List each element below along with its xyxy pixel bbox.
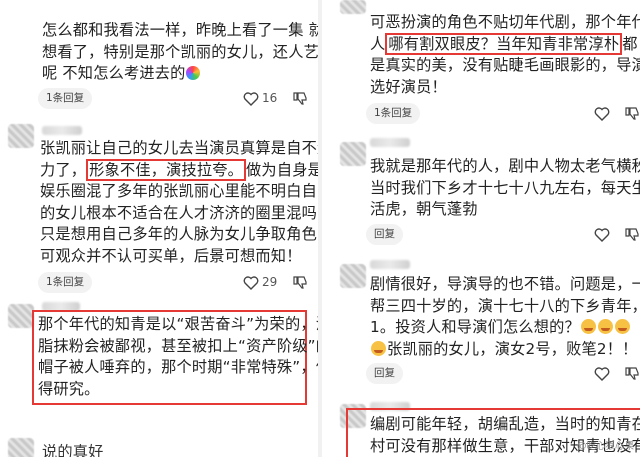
like-count: 16 [262, 91, 278, 105]
comment-line: 是真实的美，没有贴睫毛画眼影的，导演没 [370, 56, 640, 74]
like-heart-icon[interactable] [594, 106, 610, 121]
comment-line: 的女儿根本不适合在人才济济的圈里混吗， [40, 203, 318, 222]
highlighted-phrase: 哪有割双眼皮？当年知青非常淳朴 [385, 32, 623, 55]
comment-line: 呢 不知怎么考进去的 [42, 63, 318, 85]
like-heart-icon[interactable] [243, 91, 259, 106]
laughing-emoji-icon [597, 319, 613, 334]
dislike-icon[interactable] [292, 274, 308, 290]
comment-line-text: 都 [622, 34, 638, 53]
comment-column-left: 怎么都和我看法一样，昨晚上看了一集 就不 想看了，特别是那个凯丽的女儿，还人艺的… [0, 0, 318, 457]
comment-line: 剧情很好，导演导的也不错。问题是，一大 [370, 275, 640, 293]
comment-line-text: 做为自身是在 [246, 160, 318, 179]
comment-4: 说的真好 [0, 424, 318, 457]
like-heart-icon[interactable] [594, 366, 610, 381]
laughing-emoji-icon [614, 319, 630, 334]
laughing-emoji-icon [580, 319, 596, 334]
comment-line: 得研究。 [38, 379, 100, 398]
comment-line: 可恶扮演的角色不贴切年代剧，那个年代的 [370, 13, 640, 31]
dislike-icon[interactable] [624, 365, 640, 381]
comment-text: 张凯丽让自己的女儿去当演员真算是自不量 力了，形象不佳，演技拉夸。做为自身是在 … [40, 138, 318, 267]
highlighted-phrase: 形象不佳，演技拉夸。 [86, 158, 247, 181]
comment-line-text: 1。投资人和导演们怎么想的？ [370, 318, 580, 336]
avatar[interactable] [340, 142, 366, 166]
comment-3: 那个年代的知青是以“艰苦奋斗”为荣的，涂 脂抹粉会被鄙视，甚至被扣上“资产阶级”… [0, 296, 318, 424]
dislike-icon[interactable] [624, 226, 640, 242]
reply-button[interactable]: 1条回复 [38, 272, 93, 293]
comment-line: 活虎，朝气蓬勃 [370, 200, 478, 218]
comment-1: 怎么都和我看法一样，昨晚上看了一集 就不 想看了，特别是那个凯丽的女儿，还人艺的… [0, 0, 318, 118]
comment-line: 可观众并不认可买单，后景可想而知！ [40, 246, 302, 265]
comment-line: 那个年代的知青是以“艰苦奋斗”为荣的，涂 [38, 315, 318, 333]
username[interactable] [370, 138, 410, 147]
comment-line: 张凯丽让自己的女儿去当演员真算是自不量 [40, 139, 318, 157]
avatar[interactable] [8, 124, 34, 148]
comment-text: 那个年代的知青是以“艰苦奋斗”为荣的，涂 脂抹粉会被鄙视，甚至被扣上“资产阶级”… [38, 314, 318, 400]
comment-line: 张凯丽的女儿，演女2号，败笔2！！ [370, 339, 640, 361]
comment-line-text: 力了， [40, 160, 87, 179]
comment-line: 选好演员！ [370, 77, 447, 96]
comment-text: 怎么都和我看法一样，昨晚上看了一集 就不 想看了，特别是那个凯丽的女儿，还人艺的… [42, 20, 318, 85]
comment-text: 剧情很好，导演导的也不错。问题是，一大 帮三四十岁的，演十七十八的下乡青年，败笔… [370, 274, 640, 360]
comment-line-text: 呢 不知怎么考进去的 [42, 64, 186, 82]
comment-r2: 我就是那年代的人，剧中人物太老气横秋， 当时我们下乡才十七十八九左右，每天生龙 … [322, 128, 640, 250]
comment-line: 想看了，特别是那个凯丽的女儿，还人艺的 [42, 42, 318, 61]
rainbow-emoji-icon [185, 66, 200, 80]
avatar[interactable] [340, 0, 366, 14]
avatar[interactable] [340, 264, 366, 288]
comment-line: 我就是那年代的人，剧中人物太老气横秋， [370, 157, 640, 175]
dislike-icon[interactable] [292, 90, 308, 106]
like-heart-icon[interactable] [594, 227, 610, 242]
comment-line: 编剧可能年轻，胡编乱造，当时的知青在农 [370, 415, 640, 433]
username[interactable] [42, 126, 82, 135]
comment-line: 娱乐圈混了多年的张凯丽心里能不明白自己 [40, 182, 318, 200]
comment-r1: 可恶扮演的角色不贴切年代剧，那个年代的 人哪有割双眼皮？当年知青非常淳朴都 是真… [322, 0, 640, 128]
comment-text: 可恶扮演的角色不贴切年代剧，那个年代的 人哪有割双眼皮？当年知青非常淳朴都 是真… [370, 12, 640, 98]
laughing-emoji-icon [371, 340, 386, 356]
comment-2: 张凯丽让自己的女儿去当演员真算是自不量 力了，形象不佳，演技拉夸。做为自身是在 … [0, 118, 318, 296]
comment-line: 帽子被人唾弃的，那个时期“非常特殊”，值 [38, 358, 318, 376]
comment-line: 帮三四十岁的，演十七十八的下乡青年，败笔 [370, 296, 640, 315]
dislike-icon[interactable] [624, 105, 640, 121]
comment-line: 当时我们下乡才十七十八九左右，每天生龙 [370, 178, 640, 197]
comment-text: 说的真好 [42, 443, 104, 457]
username[interactable] [370, 260, 410, 269]
comment-line-text: 人 [370, 34, 386, 53]
comment-line: 只是想用自己多年的人脉为女儿争取角色， [40, 225, 318, 243]
like-heart-icon[interactable] [243, 275, 259, 290]
comment-line: 脂抹粉会被鄙视，甚至被扣上“资产阶级”的 [38, 336, 318, 355]
comment-line: 力了，形象不佳，演技拉夸。做为自身是在 [40, 158, 318, 182]
avatar[interactable] [8, 438, 34, 457]
reply-button[interactable]: 1条回复 [38, 88, 93, 109]
comment-text: 我就是那年代的人，剧中人物太老气横秋， 当时我们下乡才十七十八九左右，每天生龙 … [370, 156, 640, 221]
comment-column-right: 可恶扮演的角色不贴切年代剧，那个年代的 人哪有割双眼皮？当年知青非常淳朴都 是真… [322, 0, 640, 457]
reply-button[interactable]: 回复 [366, 224, 403, 245]
watermark: @吃心狠心果 [576, 441, 634, 452]
comment-line: 怎么都和我看法一样，昨晚上看了一集 就不 [42, 21, 318, 39]
comment-r3: 剧情很好，导演导的也不错。问题是，一大 帮三四十岁的，演十七十八的下乡青年，败笔… [322, 250, 640, 384]
comment-r4: 编剧可能年轻，胡编乱造，当时的知青在农 村可没有那样做生意，干部对知青也没有那 … [322, 380, 640, 457]
comment-line: 人哪有割双眼皮？当年知青非常淳朴都 [370, 32, 640, 56]
comment-line-text: 张凯丽的女儿，演女2号，败笔2！！ [387, 339, 638, 358]
avatar[interactable] [8, 304, 34, 328]
comment-line: 1。投资人和导演们怎么想的？ [370, 317, 640, 339]
like-count: 29 [262, 275, 278, 289]
reply-button[interactable]: 1条回复 [366, 103, 421, 124]
